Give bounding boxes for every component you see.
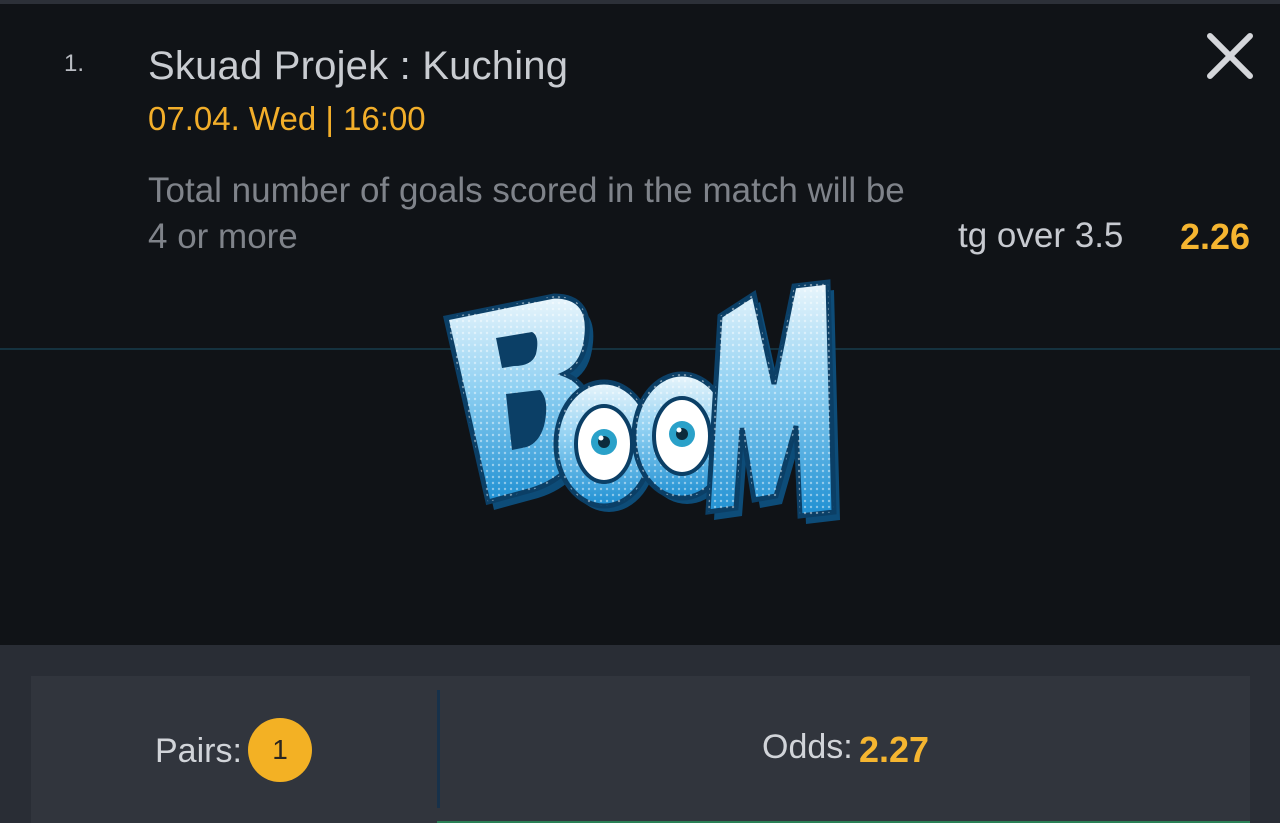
bet-slip-footer: Pairs: 1 Odds: 2.27 — [0, 645, 1280, 823]
close-icon — [1207, 33, 1253, 79]
market-description: Total number of goals scored in the matc… — [148, 171, 905, 256]
bet-index: 1. — [64, 50, 85, 77]
boom-sticker — [436, 276, 846, 546]
match-datetime: 07.04. Wed | 16:00 — [148, 100, 426, 137]
footer-panel: Pairs: 1 Odds: 2.27 — [31, 676, 1250, 823]
selection-odds: 2.26 — [1180, 216, 1251, 257]
footer-separator — [437, 690, 440, 808]
match-name: Skuad Projek : Kuching — [148, 44, 569, 88]
selection-name: tg over 3.5 — [958, 216, 1124, 255]
pairs-label: Pairs: — [155, 732, 242, 770]
pairs-count-badge: 1 — [248, 718, 312, 782]
close-button[interactable] — [1204, 30, 1256, 82]
odds-label: Odds: — [762, 728, 853, 766]
total-odds: 2.27 — [859, 729, 930, 770]
